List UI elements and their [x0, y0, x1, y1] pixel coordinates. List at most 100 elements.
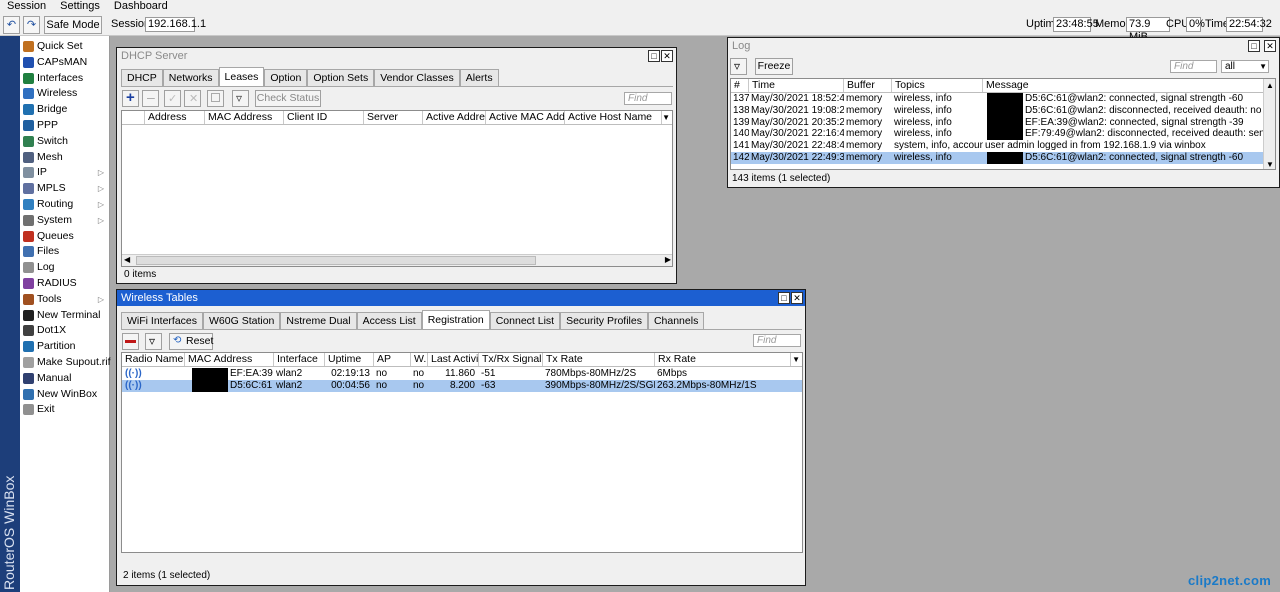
sidebar-item-files[interactable]: Files [20, 244, 110, 259]
remove-registration-button[interactable] [122, 333, 139, 350]
column-header[interactable]: Rx Rate [655, 353, 791, 366]
column-header[interactable]: W... [411, 353, 428, 366]
reset-button[interactable]: ⟲ Reset [169, 333, 213, 350]
sidebar-item-new-winbox[interactable]: New WinBox [20, 387, 110, 402]
column-header[interactable]: Interface [274, 353, 325, 366]
log-maximize-button[interactable]: □ [1248, 40, 1260, 52]
tab-option-sets[interactable]: Option Sets [307, 69, 375, 86]
wireless-window-title[interactable]: Wireless Tables [117, 290, 805, 306]
log-find-input[interactable]: Find [1170, 60, 1217, 73]
filter-button[interactable]: ▿ [232, 90, 249, 107]
sidebar-item-quick-set[interactable]: Quick Set [20, 39, 110, 54]
disable-button[interactable]: ✕ [184, 90, 201, 107]
dhcp-maximize-button[interactable]: □ [648, 50, 660, 62]
add-button[interactable]: + [122, 89, 139, 107]
registration-row[interactable]: ((·)) EF:EA:39 wlan2 02:19:13 no no 11.860 -51 7… [122, 368, 802, 380]
column-header[interactable]: Radio Name [122, 353, 185, 366]
leases-hscrollbar[interactable]: ◀ ▶ [122, 254, 672, 266]
wireless-filter-button[interactable]: ▿ [145, 333, 162, 350]
log-close-button[interactable]: ✕ [1264, 40, 1276, 52]
tab-leases[interactable]: Leases [218, 67, 265, 86]
log-row[interactable]: 139 May/30/2021 20:35:20 memory wireless, i… [731, 116, 1265, 129]
column-header[interactable]: Active MAC Addre... [486, 111, 565, 124]
wireless-find-input[interactable]: Find [753, 334, 801, 347]
tab-option[interactable]: Option [264, 69, 308, 86]
sidebar-item-manual[interactable]: Manual [20, 371, 110, 386]
tab-alerts[interactable]: Alerts [459, 69, 499, 86]
sidebar-item-queues[interactable]: Queues [20, 229, 110, 244]
sidebar-item-make-supout-rif[interactable]: Make Supout.rif [20, 355, 111, 370]
sidebar-item-partition[interactable]: Partition [20, 339, 110, 354]
column-header[interactable]: Active Host Name [565, 111, 662, 124]
log-row[interactable]: 138 May/30/2021 19:08:25 memory wireless, i… [731, 104, 1265, 117]
tab-channels[interactable]: Channels [647, 312, 705, 329]
tab-nstreme-dual[interactable]: Nstreme Dual [280, 312, 357, 329]
column-header[interactable] [122, 111, 145, 124]
log-row[interactable]: 141 May/30/2021 22:48:43 memory system, inf… [731, 140, 1265, 152]
leases-scroll-thumb[interactable] [136, 256, 536, 265]
column-header[interactable]: Active Address [423, 111, 486, 124]
tab-security-profiles[interactable]: Security Profiles [560, 312, 648, 329]
tab-w60g-station[interactable]: W60G Station [203, 312, 281, 329]
column-header[interactable]: Tx Rate [543, 353, 655, 366]
tab-registration[interactable]: Registration [421, 310, 490, 329]
log-row[interactable]: 140 May/30/2021 22:16:46 memory wireless, i… [731, 128, 1265, 141]
sidebar-item-system[interactable]: System ▷ [20, 213, 110, 228]
column-header[interactable]: AP [374, 353, 411, 366]
sidebar-item-new-terminal[interactable]: New Terminal [20, 308, 110, 323]
sidebar-item-log[interactable]: Log [20, 260, 110, 275]
column-header[interactable]: # [731, 79, 749, 92]
sidebar-item-ip[interactable]: IP ▷ [20, 165, 110, 180]
redo-button[interactable]: ↷ [23, 16, 40, 34]
tab-networks[interactable]: Networks [162, 69, 219, 86]
column-chooser-icon[interactable]: ▼ [662, 111, 670, 124]
menu-dashboard[interactable]: Dashboard [107, 0, 175, 14]
column-header[interactable]: Time [749, 79, 844, 92]
log-topic-select[interactable]: all ▼ [1221, 60, 1269, 73]
freeze-button[interactable]: Freeze [755, 58, 793, 75]
sidebar-item-exit[interactable]: Exit [20, 402, 110, 417]
undo-button[interactable]: ↶ [3, 16, 20, 34]
menu-session[interactable]: Session [0, 0, 53, 14]
sidebar-item-ppp[interactable]: PPP [20, 118, 110, 133]
column-header[interactable]: Address [145, 111, 205, 124]
tab-wifi-interfaces[interactable]: WiFi Interfaces [121, 312, 204, 329]
dhcp-close-button[interactable]: ✕ [661, 50, 673, 62]
column-header[interactable]: Buffer [844, 79, 892, 92]
remove-button[interactable]: – [142, 89, 159, 107]
column-chooser-icon[interactable]: ▼ [792, 353, 800, 366]
column-header[interactable]: Topics [892, 79, 983, 92]
column-header[interactable]: MAC Address [185, 353, 274, 366]
log-row[interactable]: 142 May/30/2021 22:49:36 memory wireless, i… [731, 152, 1265, 164]
log-filter-button[interactable]: ▿ [730, 58, 747, 75]
sidebar-item-capsman[interactable]: CAPsMAN [20, 55, 110, 70]
sidebar-item-wireless[interactable]: Wireless [20, 86, 110, 101]
column-header[interactable]: Message [983, 79, 1265, 92]
registration-row[interactable]: ((·)) D5:6C:61 wlan2 00:04:56 no no 8.200 -63 39… [122, 380, 802, 392]
comment-button[interactable] [207, 90, 224, 107]
wireless-maximize-button[interactable]: □ [778, 292, 790, 304]
sidebar-item-mpls[interactable]: MPLS ▷ [20, 181, 110, 196]
sidebar-item-mesh[interactable]: Mesh [20, 150, 110, 165]
column-header[interactable]: MAC Address [205, 111, 284, 124]
check-status-button[interactable]: Check Status [255, 90, 321, 107]
sidebar-item-tools[interactable]: Tools ▷ [20, 292, 110, 307]
sidebar-item-interfaces[interactable]: Interfaces [20, 71, 110, 86]
sidebar-item-bridge[interactable]: Bridge [20, 102, 110, 117]
column-header[interactable]: Uptime [325, 353, 374, 366]
wireless-close-button[interactable]: ✕ [791, 292, 803, 304]
tab-dhcp[interactable]: DHCP [121, 69, 163, 86]
column-header[interactable]: Tx/Rx Signal ... [479, 353, 543, 366]
sidebar-item-dot1x[interactable]: Dot1X [20, 323, 110, 338]
column-header[interactable]: Server [364, 111, 423, 124]
log-row[interactable]: 137 May/30/2021 18:52:42 memory wireless, i… [731, 93, 1265, 105]
tab-connect-list[interactable]: Connect List [489, 312, 561, 329]
log-vscrollbar[interactable]: ▲ ▼ [1263, 79, 1275, 169]
column-header[interactable]: Last Activit... [428, 353, 479, 366]
tab-access-list[interactable]: Access List [356, 312, 422, 329]
menu-settings[interactable]: Settings [53, 0, 107, 14]
sidebar-item-switch[interactable]: Switch [20, 134, 110, 149]
safe-mode-button[interactable]: Safe Mode [44, 16, 102, 34]
dhcp-find-input[interactable]: Find [624, 92, 672, 105]
column-header[interactable]: Client ID [284, 111, 364, 124]
